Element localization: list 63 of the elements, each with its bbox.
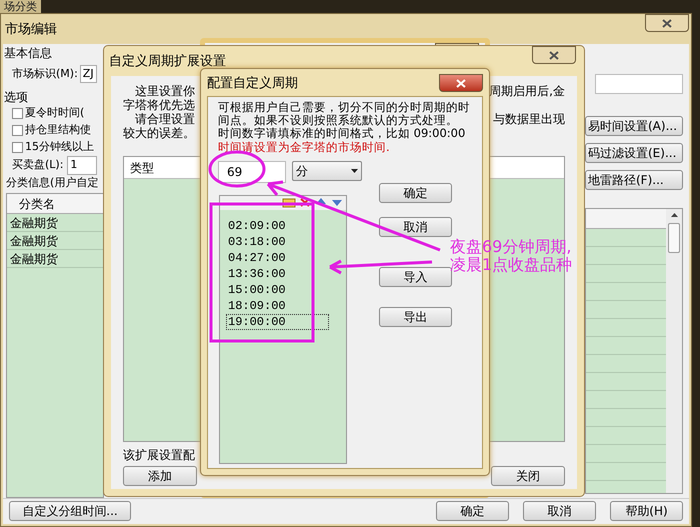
description-text: 请合理设置	[134, 112, 195, 126]
input-field[interactable]: 1	[67, 156, 98, 175]
dialog-button[interactable]: 关闭	[491, 466, 565, 486]
dialog-button[interactable]: 取消	[379, 217, 452, 237]
dialog-button[interactable]: 添加	[123, 466, 197, 486]
time-item[interactable]: 03:18:00	[226, 234, 329, 250]
dialog-button[interactable]: 导入	[379, 267, 452, 287]
dialog-button[interactable]: 易时间设置(A)...	[585, 116, 683, 136]
time-item[interactable]: 15:00:00	[226, 282, 329, 298]
description-text: 周期启用后,金	[489, 84, 565, 98]
checkbox-label: 夏令时时间(	[25, 105, 84, 122]
window-title: 自定义周期扩展设置	[109, 53, 226, 71]
time-item[interactable]: 02:09:00	[226, 218, 329, 234]
dialog-button[interactable]: 地雷路径(F)...	[585, 170, 683, 190]
close-icon	[662, 18, 672, 28]
input-field[interactable]	[595, 74, 683, 94]
field-label: 市场标识(M):	[12, 66, 78, 82]
checkbox[interactable]	[12, 142, 23, 153]
group-label: 基本信息	[4, 45, 53, 62]
unit-dropdown[interactable]: 分	[292, 161, 362, 181]
checkbox-label: 15分钟线以上	[25, 139, 94, 156]
close-icon	[549, 50, 559, 60]
dialog-button[interactable]: 确定	[379, 183, 452, 203]
dialog-button[interactable]: 码过滤设置(E)...	[585, 143, 683, 163]
close-button[interactable]	[532, 46, 576, 64]
scrollbar[interactable]	[666, 209, 682, 493]
instruction-text: 间点。如果不设则按照系统默认的方式处理。	[218, 114, 459, 127]
instruction-text: 时间数字请填标准的时间格式，比如 09:00:00	[218, 127, 466, 140]
time-item[interactable]: 18:09:00	[226, 298, 329, 314]
close-icon	[456, 78, 466, 88]
description-text: 字塔将优先选	[123, 98, 195, 112]
close-button[interactable]	[645, 14, 689, 32]
column-header[interactable]: 分类名	[7, 194, 103, 214]
dialog-button[interactable]: 取消	[523, 501, 596, 521]
delete-icon[interactable]	[298, 196, 312, 208]
input-field[interactable]: ZJ	[80, 64, 97, 84]
description-text: 这里设置你	[134, 84, 195, 98]
checkbox[interactable]	[12, 108, 23, 119]
checkbox-label: 持仓里结构使	[25, 122, 91, 138]
scroll-up-icon[interactable]	[670, 213, 678, 217]
dialog-button[interactable]: 导出	[379, 307, 452, 327]
dialog-button[interactable]: 帮助(H)	[610, 501, 683, 521]
time-item[interactable]: 19:00:00	[226, 314, 329, 330]
description-text: 与数据里出现	[493, 112, 565, 126]
time-item[interactable]: 04:27:00	[226, 250, 329, 266]
checkbox[interactable]	[12, 125, 23, 136]
instruction-text: 可根据用户自己需要，切分不同的分时周期的时	[218, 101, 471, 114]
close-button[interactable]	[439, 74, 483, 92]
period-input[interactable]: 69	[218, 161, 286, 183]
window-title: 市场编辑	[5, 21, 57, 39]
dialog-button[interactable]: 确定	[436, 501, 509, 521]
dropdown-arrow-icon	[351, 169, 358, 173]
section-label: 分类信息(用户自定	[5, 175, 100, 191]
footer-label: 该扩展设置配	[123, 447, 196, 464]
highlight-ellipse	[208, 150, 266, 188]
group-label: 选项	[4, 89, 29, 105]
window-title: 场分类	[0, 0, 41, 13]
field-label: 买卖盘(L):	[12, 157, 64, 174]
scroll-thumb[interactable]	[668, 223, 680, 253]
time-item[interactable]: 13:36:00	[226, 266, 329, 282]
description-text: 较大的误差。	[123, 126, 195, 140]
window-title: 配置自定义周期	[207, 75, 298, 93]
dialog-button[interactable]: 自定义分组时间...	[9, 501, 131, 521]
